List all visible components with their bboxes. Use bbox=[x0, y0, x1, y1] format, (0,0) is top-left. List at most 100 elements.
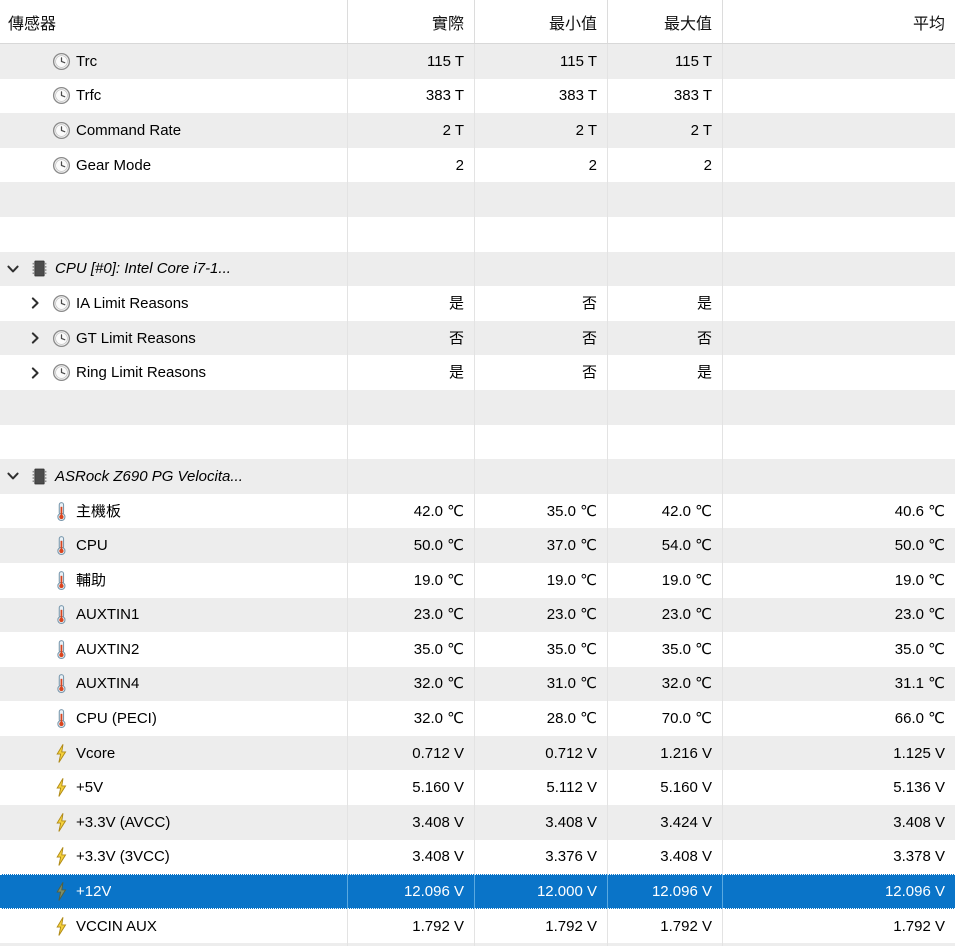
clock-icon bbox=[48, 86, 74, 105]
sensor-maximum-cell bbox=[608, 424, 723, 460]
sensor-current-cell: 42.0 ℃ bbox=[348, 493, 475, 529]
sensor-average-value: 35.0 ℃ bbox=[894, 640, 945, 658]
sensor-row[interactable]: +12V 12.096 V 12.000 V 12.096 V 12.096 V bbox=[0, 874, 955, 909]
sensor-minimum-value: 28.0 ℃ bbox=[546, 710, 597, 728]
sensor-average-cell: 50.0 ℃ bbox=[723, 528, 955, 563]
sensor-row[interactable]: +3.3V (3VCC) 3.408 V 3.376 V 3.408 V 3.378 V bbox=[0, 839, 955, 875]
sensor-maximum-cell: 否 bbox=[608, 320, 723, 356]
sensor-maximum-cell: 383 T bbox=[608, 78, 723, 114]
sensor-row[interactable]: AUXTIN4 32.0 ℃ 31.0 ℃ 32.0 ℃ 31.1 ℃ bbox=[0, 666, 955, 702]
sensor-minimum-value: 否 bbox=[581, 294, 597, 312]
sensor-row[interactable]: CPU 50.0 ℃ 37.0 ℃ 54.0 ℃ 50.0 ℃ bbox=[0, 528, 955, 563]
sensor-row[interactable]: AUXTIN2 35.0 ℃ 35.0 ℃ 35.0 ℃ 35.0 ℃ bbox=[0, 632, 955, 667]
sensor-maximum-cell: 32.0 ℃ bbox=[608, 666, 723, 702]
sensor-maximum-value: 是 bbox=[696, 294, 712, 312]
sensor-row[interactable]: CPU (PECI) 32.0 ℃ 28.0 ℃ 70.0 ℃ 66.0 ℃ bbox=[0, 701, 955, 736]
sensor-maximum-cell: 2 bbox=[608, 147, 723, 183]
sensor-row[interactable]: AUXTIN1 23.0 ℃ 23.0 ℃ 23.0 ℃ 23.0 ℃ bbox=[0, 597, 955, 633]
sensor-minimum-value: 3.408 V bbox=[545, 813, 597, 831]
sensor-label: GT Limit Reasons bbox=[76, 330, 196, 346]
sensor-row[interactable]: VCCIN AUX 1.792 V 1.792 V 1.792 V 1.792 V bbox=[0, 908, 955, 944]
sensor-current-value: 19.0 ℃ bbox=[413, 571, 464, 589]
sensor-minimum-cell bbox=[475, 182, 608, 217]
volt-icon bbox=[48, 881, 74, 902]
chip-icon bbox=[26, 467, 52, 486]
sensor-row[interactable]: Trc 115 T 115 T 115 T bbox=[0, 44, 955, 79]
chevron-down-icon[interactable] bbox=[0, 261, 26, 277]
sensor-row[interactable]: Ring Limit Reasons 是 否 是 bbox=[0, 355, 955, 390]
sensor-average-cell: 35.0 ℃ bbox=[723, 632, 955, 667]
chevron-right-icon[interactable] bbox=[22, 365, 48, 381]
temp-icon bbox=[48, 535, 74, 556]
sensor-label: Vcore bbox=[76, 745, 116, 761]
sensor-name-cell: AUXTIN2 bbox=[0, 632, 348, 667]
chevron-down-icon[interactable] bbox=[0, 468, 26, 484]
sensor-minimum-cell: 115 T bbox=[475, 44, 608, 79]
spacer-row bbox=[0, 216, 955, 252]
sensor-rows-container[interactable]: Trc 115 T 115 T 115 T Trfc 383 T 383 T 383 T Com… bbox=[0, 44, 955, 946]
sensor-minimum-cell: 2 bbox=[475, 147, 608, 183]
sensor-maximum-value: 19.0 ℃ bbox=[661, 571, 712, 589]
column-header-average[interactable]: 平均 bbox=[723, 0, 955, 43]
sensor-row[interactable]: IA Limit Reasons 是 否 是 bbox=[0, 286, 955, 321]
sensor-label: +3.3V (AVCC) bbox=[76, 814, 171, 830]
sensor-row[interactable]: Vcore 0.712 V 0.712 V 1.216 V 1.125 V bbox=[0, 735, 955, 771]
sensor-minimum-cell: 28.0 ℃ bbox=[475, 701, 608, 736]
sensor-label: +12V bbox=[76, 884, 112, 900]
sensor-name-cell: Ring Limit Reasons bbox=[0, 355, 348, 390]
sensor-row[interactable]: Gear Mode 2 2 2 bbox=[0, 147, 955, 183]
sensor-name-cell bbox=[0, 389, 348, 425]
table-header: 傳感器 實際 最小值 最大值 平均 bbox=[0, 0, 955, 44]
sensor-row[interactable]: +5V 5.160 V 5.112 V 5.160 V 5.136 V bbox=[0, 770, 955, 806]
sensor-minimum-value: 35.0 ℃ bbox=[546, 640, 597, 658]
column-header-minimum-label: 最小值 bbox=[548, 15, 597, 33]
chevron-right-icon[interactable] bbox=[22, 330, 48, 346]
sensor-current-cell bbox=[348, 424, 475, 460]
column-header-current[interactable]: 實際 bbox=[348, 0, 475, 43]
sensor-current-cell bbox=[348, 251, 475, 287]
sensor-average-value: 12.096 V bbox=[884, 883, 945, 901]
sensor-label: Trc bbox=[76, 53, 98, 69]
sensor-row[interactable]: 主機板 42.0 ℃ 35.0 ℃ 42.0 ℃ 40.6 ℃ bbox=[0, 493, 955, 529]
sensor-name-cell: VCCIN AUX bbox=[0, 908, 348, 944]
sensor-row[interactable]: 輔助 19.0 ℃ 19.0 ℃ 19.0 ℃ 19.0 ℃ bbox=[0, 562, 955, 598]
volt-icon bbox=[48, 777, 74, 798]
temp-icon bbox=[48, 501, 74, 522]
sensor-minimum-value: 31.0 ℃ bbox=[546, 675, 597, 693]
column-header-sensor[interactable]: 傳感器 bbox=[0, 0, 348, 43]
sensor-current-cell: 0.712 V bbox=[348, 735, 475, 771]
sensor-maximum-cell: 是 bbox=[608, 286, 723, 321]
sensor-current-cell: 23.0 ℃ bbox=[348, 597, 475, 633]
column-header-maximum[interactable]: 最大值 bbox=[608, 0, 723, 43]
sensor-current-cell: 12.096 V bbox=[348, 874, 475, 909]
sensor-group-row[interactable]: ASRock Z690 PG Velocita... bbox=[0, 459, 955, 494]
sensor-minimum-cell: 1.792 V bbox=[475, 908, 608, 944]
sensor-row[interactable]: +3.3V (AVCC) 3.408 V 3.408 V 3.424 V 3.408 V bbox=[0, 805, 955, 840]
column-header-current-label: 實際 bbox=[431, 15, 464, 33]
sensor-maximum-cell: 54.0 ℃ bbox=[608, 528, 723, 563]
sensor-minimum-cell: 383 T bbox=[475, 78, 608, 114]
sensor-average-cell bbox=[723, 44, 955, 79]
sensor-current-value: 否 bbox=[448, 329, 464, 347]
sensor-name-cell bbox=[0, 216, 348, 252]
sensor-name-cell: +3.3V (3VCC) bbox=[0, 839, 348, 875]
sensor-average-cell bbox=[723, 79, 955, 114]
chevron-right-icon[interactable] bbox=[22, 295, 48, 311]
sensor-label: Command Rate bbox=[76, 122, 182, 138]
sensor-maximum-cell: 70.0 ℃ bbox=[608, 701, 723, 736]
column-header-minimum[interactable]: 最小值 bbox=[475, 0, 608, 43]
sensor-name-cell: +5V bbox=[0, 770, 348, 806]
sensor-average-cell bbox=[723, 252, 955, 287]
sensor-minimum-value: 19.0 ℃ bbox=[546, 571, 597, 589]
sensor-maximum-cell bbox=[608, 216, 723, 252]
sensor-row[interactable]: Trfc 383 T 383 T 383 T bbox=[0, 78, 955, 114]
sensor-group-row[interactable]: CPU [#0]: Intel Core i7-1... bbox=[0, 251, 955, 287]
sensor-row[interactable]: Command Rate 2 T 2 T 2 T bbox=[0, 113, 955, 148]
sensor-label: IA Limit Reasons bbox=[76, 295, 189, 311]
sensor-maximum-cell bbox=[608, 389, 723, 425]
sensor-row[interactable]: GT Limit Reasons 否 否 否 bbox=[0, 320, 955, 356]
sensor-average-value: 66.0 ℃ bbox=[894, 710, 945, 728]
sensor-name-cell bbox=[0, 424, 348, 460]
sensor-average-cell bbox=[723, 148, 955, 183]
spacer-row bbox=[0, 424, 955, 460]
